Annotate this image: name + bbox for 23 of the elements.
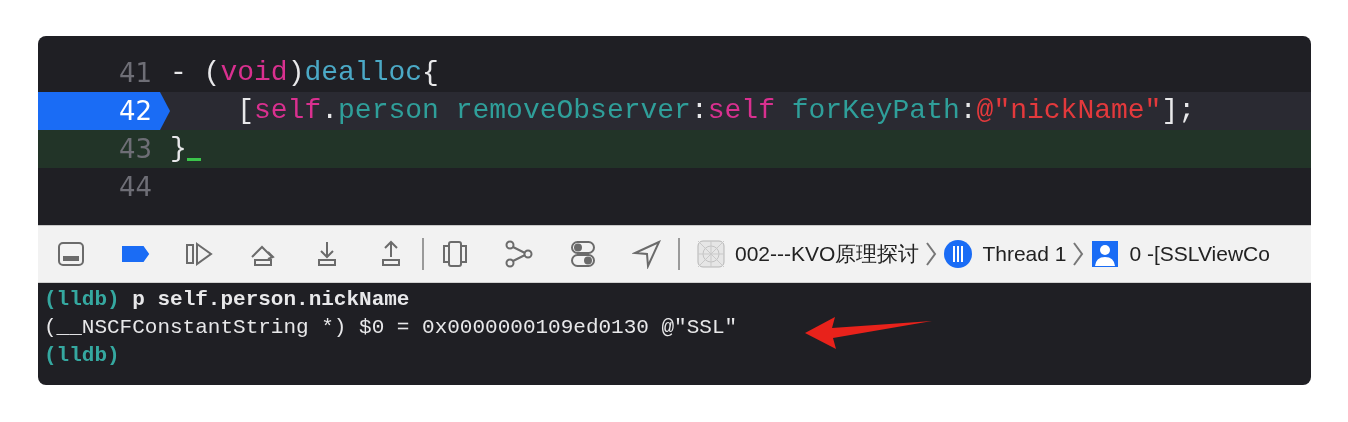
console-line: (__NSCFConstantString *) $0 = 0x0000000109ed0130 @"SSL" [44,315,738,341]
person-icon [1090,239,1121,269]
console-line: (lldb) [44,343,120,369]
line-number: 42 [118,94,152,128]
breadcrumb-item[interactable]: Thread 1 [943,238,1067,270]
environment-toggle-icon[interactable] [568,239,598,269]
breadcrumb-item[interactable]: 002---KVO原理探讨 [696,238,920,270]
memory-graph-icon[interactable] [504,239,534,269]
text-cursor [186,158,201,161]
continue-icon[interactable] [184,239,214,269]
view-hierarchy-icon[interactable] [440,239,470,269]
code-line: [self.person removeObserver:self forKeyPath:@"nickName"]; [236,94,1196,128]
location-icon[interactable] [632,239,662,269]
breadcrumb-item[interactable]: 0 -[SSLViewCo [1090,238,1270,270]
line-number: 43 [118,132,152,166]
panel-toggle-icon[interactable] [56,239,86,269]
line-number: 44 [118,170,152,204]
code-line: } [170,132,187,166]
console-line: (lldb) p self.person.nickName [44,287,410,313]
line-number: 41 [118,56,152,90]
thread-icon [943,239,974,269]
app-icon [696,239,726,269]
code-line: - (void)dealloc{ [170,56,439,90]
